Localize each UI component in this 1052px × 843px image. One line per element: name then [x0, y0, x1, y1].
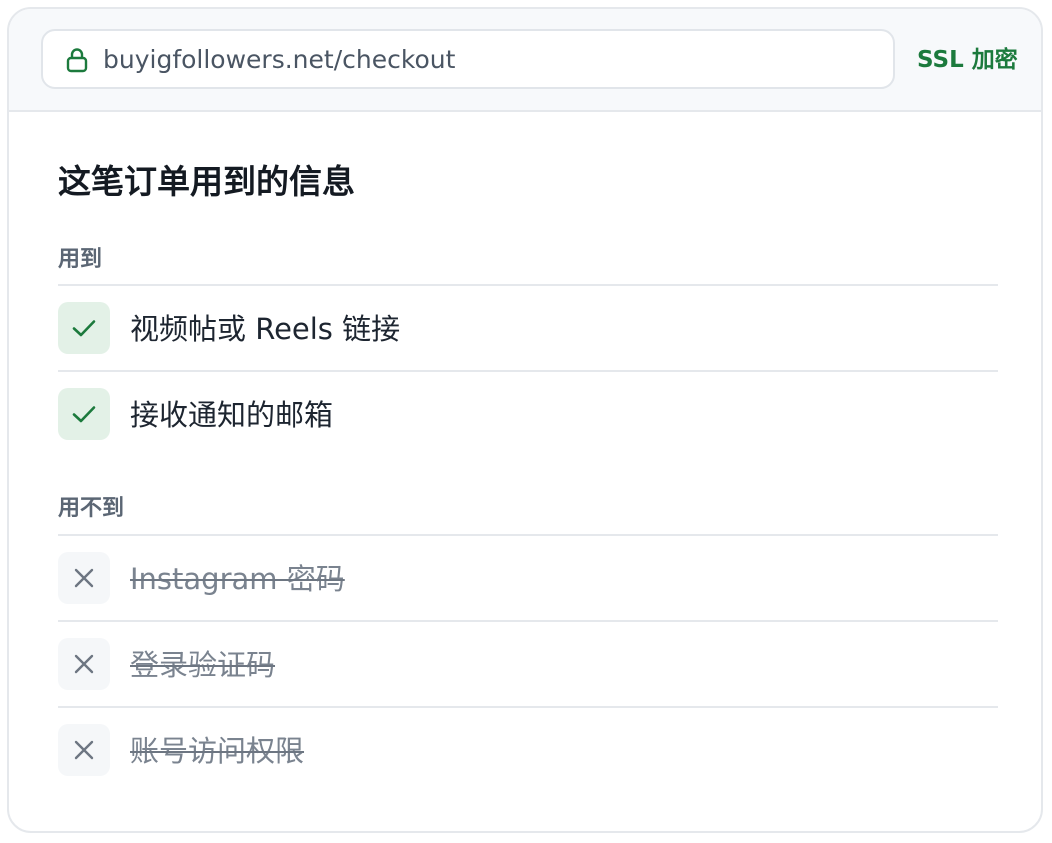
info-card: buyigfollowers.net/checkout SSL 加密 这笔订单用…	[7, 7, 1043, 833]
list-item-not-used: Instagram 密码	[58, 536, 998, 622]
cross-badge	[58, 724, 110, 776]
check-badge	[58, 302, 110, 354]
page-title: 这笔订单用到的信息	[58, 162, 355, 201]
url-text: buyigfollowers.net/checkout	[103, 45, 456, 74]
check-icon	[72, 320, 96, 337]
item-label: 接收通知的邮箱	[130, 398, 334, 432]
check-badge	[58, 388, 110, 440]
cross-badge	[58, 638, 110, 690]
item-label: 视频帖或 Reels 链接	[130, 312, 401, 346]
list-item-not-used: 登录验证码	[58, 622, 998, 708]
check-icon	[72, 406, 96, 423]
list-item-used: 视频帖或 Reels 链接	[58, 286, 998, 372]
section-label-not-used: 用不到	[58, 496, 125, 521]
item-label: Instagram 密码	[130, 562, 345, 596]
item-label: 登录验证码	[130, 648, 276, 682]
lock-icon	[65, 47, 89, 73]
close-icon	[74, 740, 94, 760]
section-label-used: 用到	[58, 247, 103, 272]
close-icon	[74, 654, 94, 674]
list-item-used: 接收通知的邮箱	[58, 372, 998, 458]
ssl-badge: SSL 加密	[917, 47, 1018, 73]
browser-top-bar: buyigfollowers.net/checkout SSL 加密	[9, 9, 1041, 112]
address-bar[interactable]: buyigfollowers.net/checkout	[41, 29, 895, 89]
item-label: 账号访问权限	[130, 734, 305, 768]
list-item-not-used: 账号访问权限	[58, 708, 998, 794]
cross-badge	[58, 552, 110, 604]
close-icon	[74, 568, 94, 588]
